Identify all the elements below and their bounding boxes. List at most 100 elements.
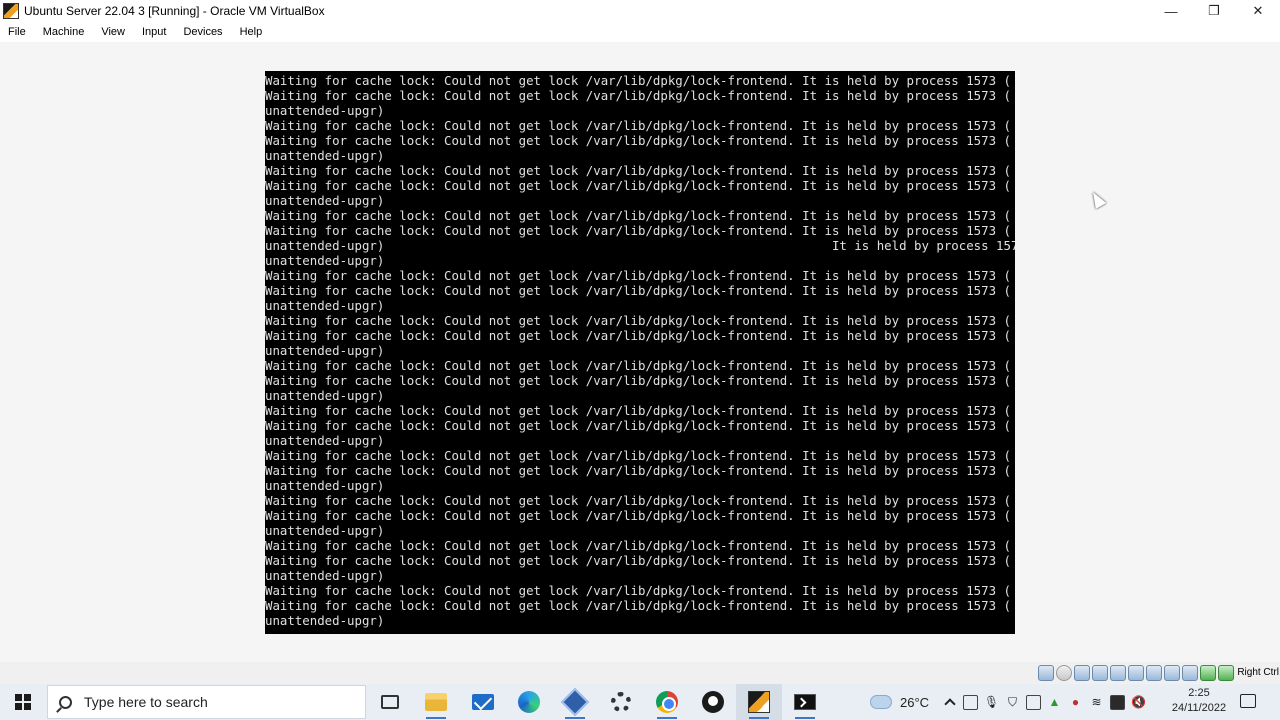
microphone-icon[interactable]: 🎙 xyxy=(984,695,999,710)
shared-folders-icon[interactable] xyxy=(1128,665,1144,681)
edge-browser-icon xyxy=(518,691,540,713)
green-app-tray-icon[interactable]: ▲ xyxy=(1047,695,1062,710)
console-line: Waiting for cache lock: Could not get lo… xyxy=(265,163,1011,178)
network-icon[interactable] xyxy=(1092,665,1108,681)
console-line: unattended-upgr) xyxy=(265,343,385,358)
edge-button[interactable] xyxy=(506,684,552,720)
console-line: Waiting for cache lock: Could not get lo… xyxy=(265,358,1011,373)
console-line: Waiting for cache lock: Could not get lo… xyxy=(265,403,1011,418)
github-desktop-button[interactable] xyxy=(690,684,736,720)
battery-icon[interactable] xyxy=(1026,694,1041,710)
terminal-button[interactable] xyxy=(782,684,828,720)
console-line: unattended-upgr) xyxy=(265,103,385,118)
console-line: Waiting for cache lock: Could not get lo… xyxy=(265,373,1011,388)
task-view-icon xyxy=(381,695,399,709)
chrome-button[interactable] xyxy=(644,684,690,720)
weather-temperature: 26°C xyxy=(900,694,930,710)
start-button[interactable] xyxy=(0,684,46,720)
menu-input[interactable]: Input xyxy=(142,26,166,38)
console-line: Waiting for cache lock: Could not get lo… xyxy=(265,448,1011,463)
mail-icon xyxy=(472,694,494,710)
console-line: Waiting for cache lock: Could not get lo… xyxy=(265,493,1011,508)
windows-logo-icon xyxy=(15,694,31,710)
console-line: unattended-upgr) xyxy=(265,298,385,313)
cloud-icon xyxy=(870,695,892,709)
terminal-icon xyxy=(794,694,816,710)
search-icon xyxy=(59,695,72,709)
hard-disk-icon[interactable] xyxy=(1038,665,1054,681)
volume-muted-icon[interactable]: 🔇 xyxy=(1131,695,1146,710)
show-hidden-icons-button[interactable] xyxy=(942,695,957,710)
vm-console[interactable]: Waiting for cache lock: Could not get lo… xyxy=(265,71,1015,634)
usb-icon[interactable] xyxy=(1110,665,1126,681)
virtualbox-cube-icon xyxy=(560,687,590,717)
console-line: unattended-upgr) xyxy=(265,478,385,493)
menu-view[interactable]: View xyxy=(101,26,125,38)
console-line: Waiting for cache lock: Could not get lo… xyxy=(265,73,1011,88)
menu-devices[interactable]: Devices xyxy=(183,26,222,38)
recorder-tray-icon[interactable] xyxy=(963,694,978,710)
audio-icon[interactable] xyxy=(1074,665,1090,681)
window-title: Ubuntu Server 22.04 3 [Running] - Oracle… xyxy=(24,4,325,18)
security-shield-icon[interactable]: ⛉ xyxy=(1005,695,1020,710)
mouse-integration-icon[interactable] xyxy=(1200,665,1216,681)
file-explorer-button[interactable] xyxy=(413,684,459,720)
restore-button[interactable]: ❐ xyxy=(1192,0,1236,22)
chevron-up-icon xyxy=(943,698,956,710)
console-line: Waiting for cache lock: Could not get lo… xyxy=(265,268,1011,283)
notification-icon[interactable] xyxy=(1240,694,1256,708)
windows-taskbar: Type here to search 26°C 🎙 ⛉ ▲ ● ≋ 🔇 2:2… xyxy=(0,684,1280,720)
wifi-icon[interactable]: ≋ xyxy=(1089,695,1104,710)
system-tray: 🎙 ⛉ ▲ ● ≋ 🔇 xyxy=(942,684,1146,720)
status-indicators xyxy=(1038,665,1234,681)
menu-help[interactable]: Help xyxy=(240,26,263,38)
minimize-button[interactable]: — xyxy=(1149,0,1193,22)
weather-widget[interactable]: 26°C xyxy=(870,684,929,720)
recording-icon[interactable] xyxy=(1164,665,1180,681)
display-icon[interactable] xyxy=(1146,665,1162,681)
menu-file[interactable]: File xyxy=(8,26,26,38)
console-line: Waiting for cache lock: Could not get lo… xyxy=(265,178,1011,193)
console-output: Waiting for cache lock: Could not get lo… xyxy=(265,73,1015,628)
menu-machine[interactable]: Machine xyxy=(43,26,85,38)
cpu-icon[interactable] xyxy=(1182,665,1198,681)
host-key-label: Right Ctrl xyxy=(1237,667,1279,678)
console-line: Waiting for cache lock: Could not get lo… xyxy=(265,463,1011,478)
vbox-status-bar: Right Ctrl xyxy=(0,662,1280,684)
taskbar-search[interactable]: Type here to search xyxy=(47,685,366,719)
vm-display-area[interactable]: Waiting for cache lock: Could not get lo… xyxy=(0,42,1280,662)
console-line: Waiting for cache lock: Could not get lo… xyxy=(265,598,1011,613)
console-line: Waiting for cache lock: Could not get lo… xyxy=(265,223,1011,238)
mail-button[interactable] xyxy=(460,684,506,720)
taskbar-clock[interactable]: 2:25 24/11/2022 xyxy=(1163,686,1235,716)
task-view-button[interactable] xyxy=(367,684,413,720)
optical-drive-icon[interactable] xyxy=(1056,665,1072,681)
nvidia-icon[interactable] xyxy=(1110,694,1125,710)
console-line: Waiting for cache lock: Could not get lo… xyxy=(265,328,1011,343)
console-line: Waiting for cache lock: Could not get lo… xyxy=(265,418,1011,433)
console-line: unattended-upgr) It is held by process 1… xyxy=(265,238,1015,253)
console-line: unattended-upgr) xyxy=(265,388,385,403)
color-app-tray-icon[interactable]: ● xyxy=(1068,695,1083,710)
window-titlebar: Ubuntu Server 22.04 3 [Running] - Oracle… xyxy=(0,0,1280,22)
github-icon xyxy=(702,691,724,713)
console-line: Waiting for cache lock: Could not get lo… xyxy=(265,133,1011,148)
keyboard-capture-icon[interactable] xyxy=(1218,665,1234,681)
search-placeholder: Type here to search xyxy=(84,694,208,710)
console-line: unattended-upgr) xyxy=(265,193,385,208)
clock-time: 2:25 xyxy=(1188,687,1210,699)
console-line: Waiting for cache lock: Could not get lo… xyxy=(265,118,1011,133)
settings-button[interactable] xyxy=(598,684,644,720)
virtualbox-vm-button[interactable] xyxy=(736,684,782,720)
chrome-icon xyxy=(656,691,678,713)
console-line: Waiting for cache lock: Could not get lo… xyxy=(265,88,1011,103)
close-button[interactable]: ✕ xyxy=(1236,0,1280,22)
folder-icon xyxy=(425,693,447,711)
console-line: unattended-upgr) xyxy=(265,523,385,538)
virtualbox-manager-button[interactable] xyxy=(552,684,598,720)
virtualbox-vm-icon xyxy=(748,691,770,713)
console-line: unattended-upgr) xyxy=(265,613,385,628)
console-line: Waiting for cache lock: Could not get lo… xyxy=(265,283,1011,298)
mouse-pointer-icon xyxy=(1087,189,1107,209)
menu-bar: File Machine View Input Devices Help xyxy=(0,22,1280,42)
